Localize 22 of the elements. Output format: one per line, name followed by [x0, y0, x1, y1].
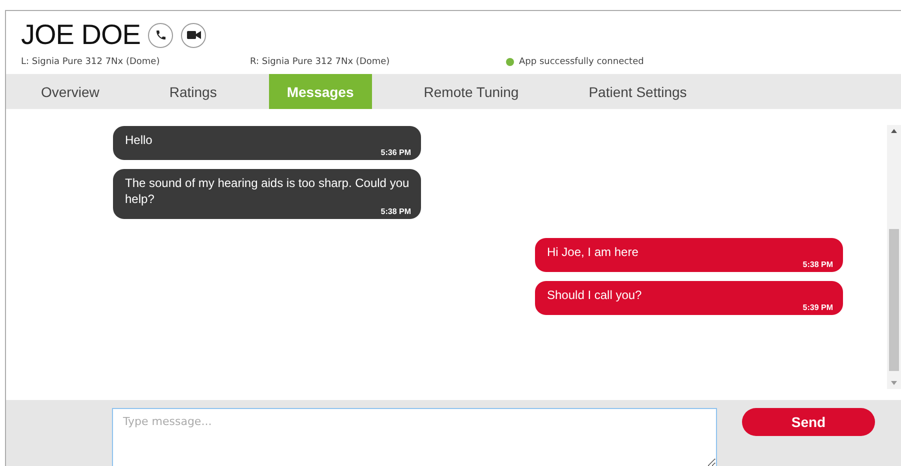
sent-message: Hi Joe, I am here 5:38 PM: [535, 238, 843, 272]
connection-status: App successfully connected: [519, 57, 644, 67]
tab[interactable]: Overview: [23, 74, 118, 109]
send-button[interactable]: Send: [742, 408, 875, 436]
sent-message: Should I call you? 5:39 PM: [535, 281, 843, 315]
tab[interactable]: Ratings: [151, 74, 235, 109]
scroll-down-icon[interactable]: [891, 381, 897, 385]
right-device-label: R: Signia Pure 312 7Nx (Dome): [250, 57, 391, 67]
phone-icon: [154, 29, 167, 41]
video-call-button[interactable]: [181, 22, 206, 48]
left-device-label: L: Signia Pure 312 7Nx (Dome): [21, 57, 161, 67]
patient-name: JOE DOE: [21, 19, 140, 51]
tab[interactable]: Remote Tuning: [406, 74, 537, 109]
scroll-up-icon[interactable]: [891, 129, 897, 133]
tab[interactable]: Patient Settings: [570, 74, 705, 109]
received-message: The sound of my hearing aids is too sharp. Could you help? 5:38 PM: [113, 169, 421, 219]
phone-call-button[interactable]: [148, 22, 174, 48]
scrollbar[interactable]: [887, 125, 901, 389]
message-input[interactable]: Type message...: [112, 408, 717, 466]
status-dot: [506, 58, 514, 66]
video-camera-icon: [186, 30, 201, 40]
received-message: Hello 5:36 PM: [113, 126, 421, 160]
